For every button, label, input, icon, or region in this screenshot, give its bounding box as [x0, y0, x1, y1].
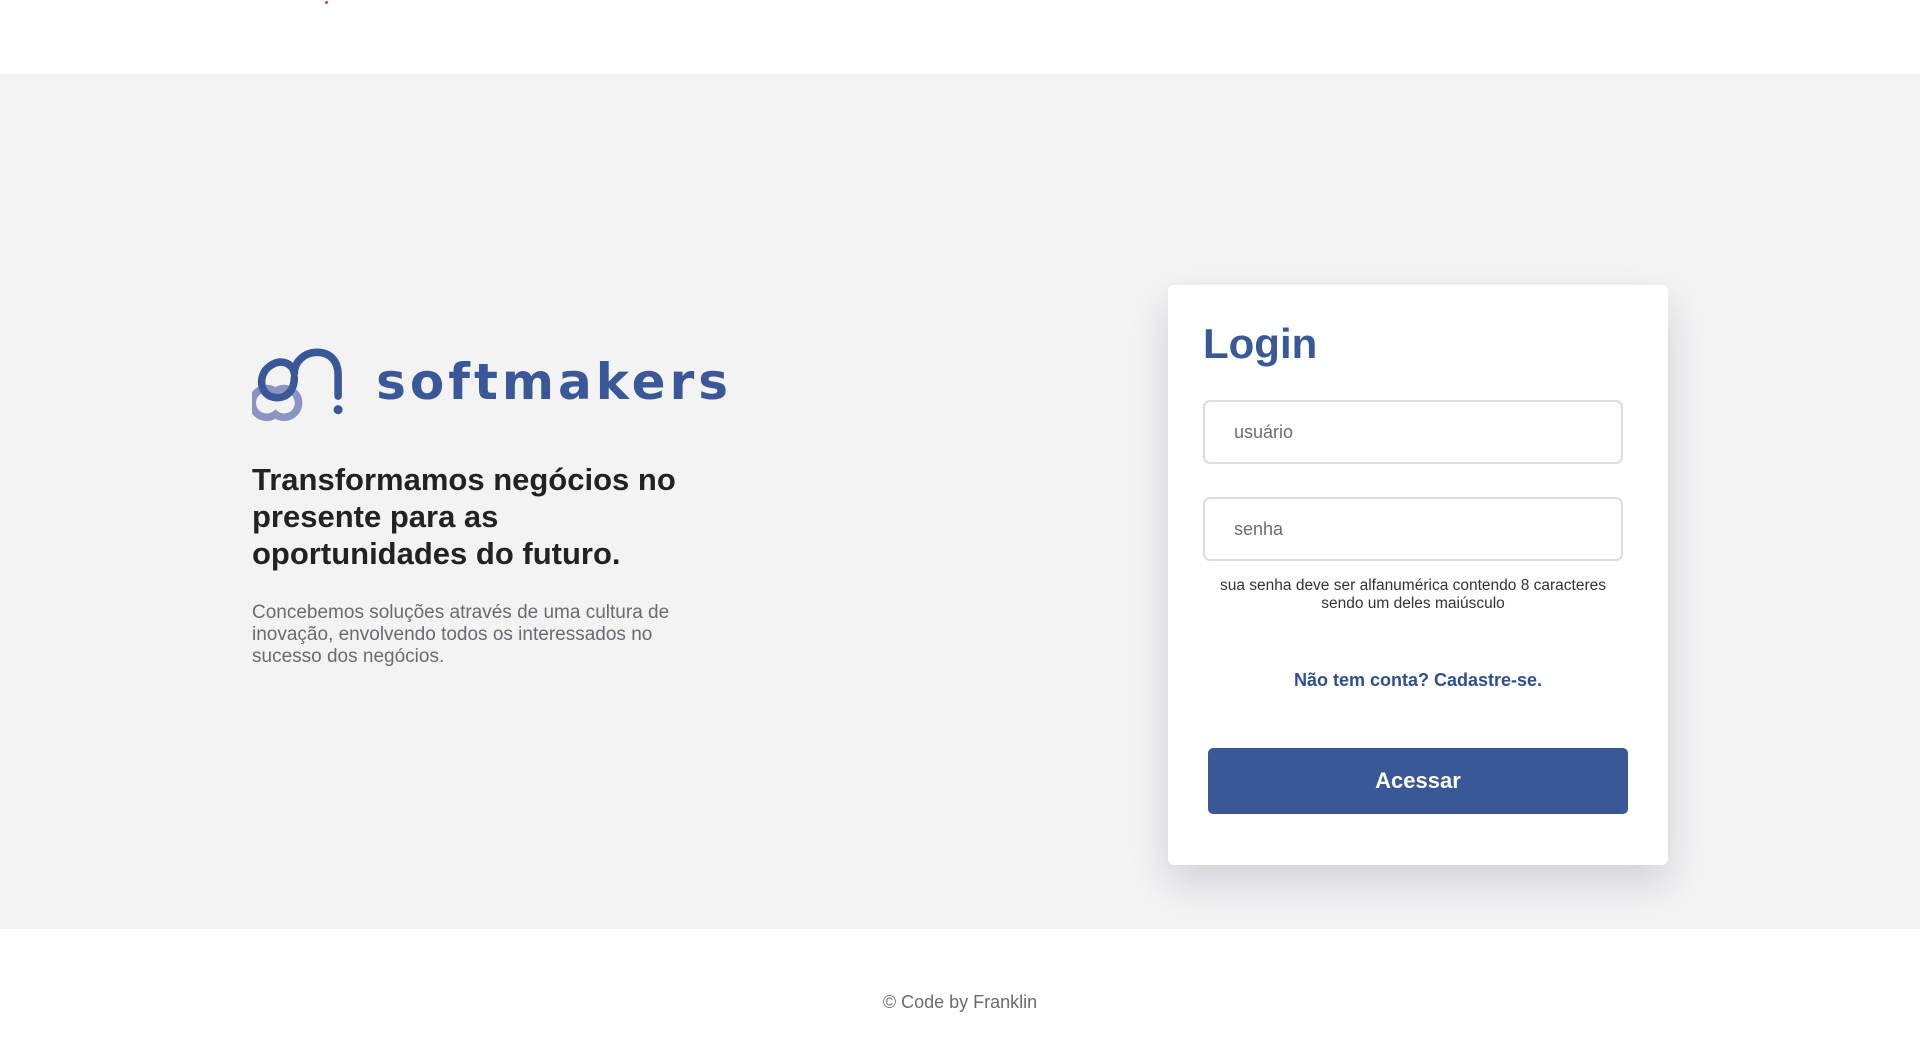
username-input[interactable] — [1203, 400, 1623, 464]
password-input[interactable] — [1203, 497, 1623, 561]
footer-credit: Code by Franklin — [901, 992, 1038, 1012]
login-title: Login — [1203, 320, 1318, 367]
footer: © Code by Franklin — [0, 929, 1920, 1063]
logo-wordmark: softmakers — [376, 353, 732, 411]
top-dot — [325, 1, 328, 4]
footer-credit-line: © Code by Franklin — [0, 992, 1920, 1013]
brand-panel: softmakers Transformamos negócios no pre… — [252, 331, 732, 668]
sm-monogram-icon — [252, 348, 343, 422]
brand-headline: Transformamos negócios no presente para … — [252, 462, 676, 571]
password-hint: sua senha deve ser alfanumérica contendo… — [1219, 577, 1606, 612]
logo: softmakers — [252, 331, 732, 431]
login-card: Login sua senha deve ser alfanumérica co… — [1168, 285, 1668, 865]
copyright-icon: © — [882, 992, 897, 1012]
brand-description: Concebemos soluções através de uma cultu… — [252, 602, 670, 667]
top-bar — [0, 0, 1920, 74]
main-section: softmakers Transformamos negócios no pre… — [0, 74, 1920, 929]
signup-link[interactable]: Não tem conta? Cadastre-se. — [1168, 670, 1668, 691]
submit-button[interactable]: Acessar — [1208, 748, 1628, 814]
